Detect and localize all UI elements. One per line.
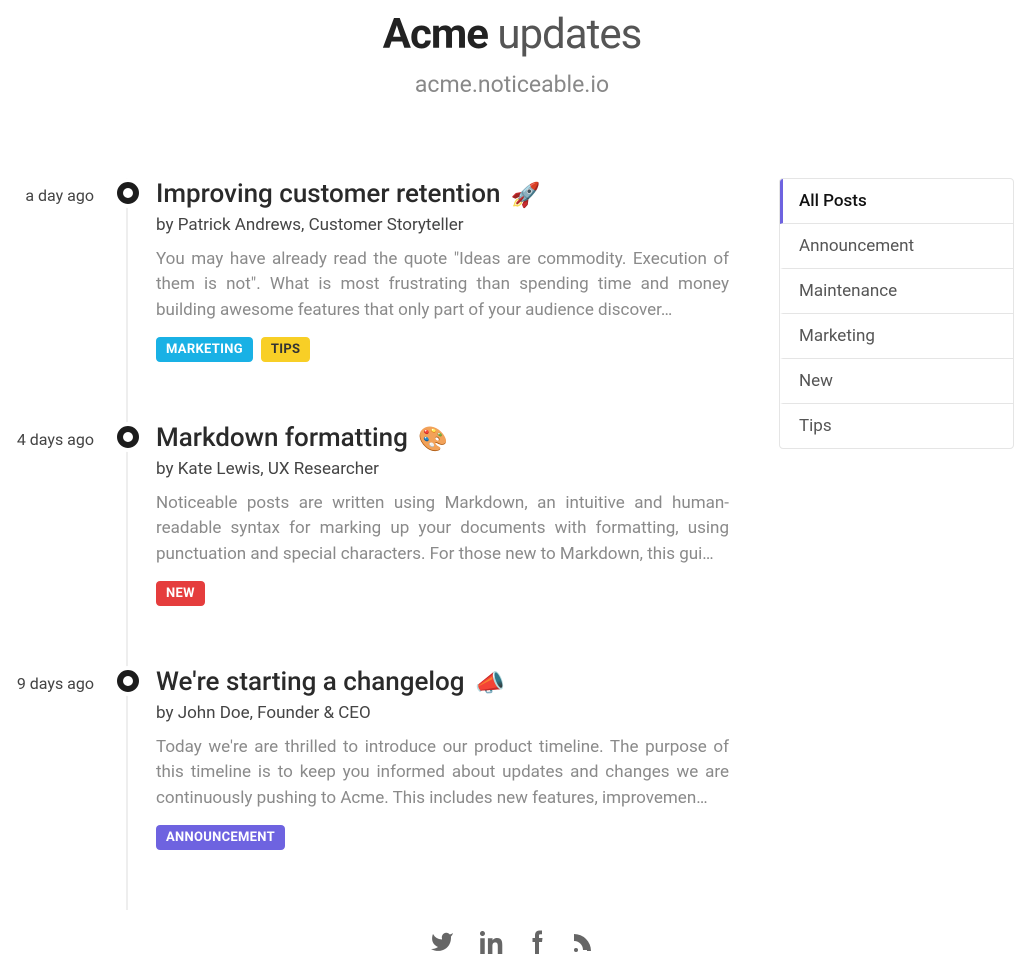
post-byline: by Patrick Andrews, Customer Storyteller [156, 215, 729, 235]
post-excerpt: Noticeable posts are written using Markd… [156, 491, 729, 568]
tag-tips[interactable]: TIPS [261, 337, 310, 362]
post-tags: NEW [156, 581, 729, 606]
post-tags: ANNOUNCEMENT [156, 825, 729, 850]
post-time: a day ago [15, 178, 100, 362]
footer [0, 930, 1024, 978]
linkedin-icon[interactable] [480, 930, 504, 958]
page-header: Acme updates acme.noticeable.io [0, 0, 1024, 98]
page-subtitle: acme.noticeable.io [0, 71, 1024, 98]
marker-dot-icon [117, 670, 139, 692]
megaphone-icon: 📣 [475, 669, 505, 697]
category-new[interactable]: New [780, 359, 1013, 404]
timeline-marker [100, 178, 156, 362]
timeline: a day ago Improving customer retention 🚀… [15, 178, 739, 910]
post-tags: MARKETING TIPS [156, 337, 729, 362]
post-title[interactable]: We're starting a changelog 📣 [156, 666, 505, 699]
tag-marketing[interactable]: MARKETING [156, 337, 253, 362]
post-item[interactable]: 4 days ago Markdown formatting 🎨 by Kate… [15, 422, 739, 606]
palette-icon: 🎨 [418, 425, 448, 453]
marker-dot-icon [117, 426, 139, 448]
category-sidebar: All Posts Announcement Maintenance Marke… [779, 178, 1014, 910]
category-tips[interactable]: Tips [780, 404, 1013, 448]
facebook-icon[interactable] [530, 930, 544, 958]
post-excerpt: You may have already read the quote "Ide… [156, 247, 729, 324]
page-title: Acme updates [0, 10, 1024, 59]
category-marketing[interactable]: Marketing [780, 314, 1013, 359]
timeline-marker [100, 666, 156, 850]
brand-name: Acme [383, 10, 488, 59]
rss-icon[interactable] [570, 930, 594, 958]
category-all-posts[interactable]: All Posts [780, 179, 1013, 224]
post-title[interactable]: Improving customer retention 🚀 [156, 178, 541, 211]
post-item[interactable]: a day ago Improving customer retention 🚀… [15, 178, 739, 362]
twitter-icon[interactable] [430, 930, 454, 958]
post-time: 9 days ago [15, 666, 100, 850]
post-title[interactable]: Markdown formatting 🎨 [156, 422, 448, 455]
post-item[interactable]: 9 days ago We're starting a changelog 📣 … [15, 666, 739, 850]
tag-new[interactable]: NEW [156, 581, 205, 606]
post-byline: by John Doe, Founder & CEO [156, 703, 729, 723]
marker-dot-icon [117, 182, 139, 204]
post-byline: by Kate Lewis, UX Researcher [156, 459, 729, 479]
category-maintenance[interactable]: Maintenance [780, 269, 1013, 314]
category-list: All Posts Announcement Maintenance Marke… [779, 178, 1014, 449]
rocket-icon: 🚀 [511, 181, 541, 209]
tag-announcement[interactable]: ANNOUNCEMENT [156, 825, 285, 850]
category-announcement[interactable]: Announcement [780, 224, 1013, 269]
post-excerpt: Today we're are thrilled to introduce ou… [156, 735, 729, 812]
title-suffix: updates [497, 10, 641, 59]
timeline-marker [100, 422, 156, 606]
social-links [430, 930, 594, 958]
post-time: 4 days ago [15, 422, 100, 606]
